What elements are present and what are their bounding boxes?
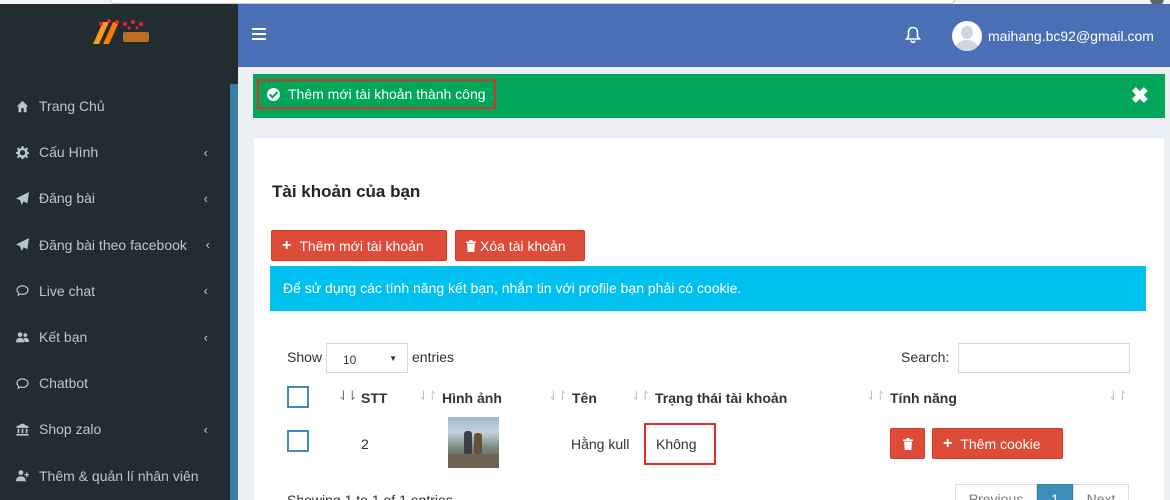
pagination-previous[interactable]: Previous xyxy=(955,484,1037,500)
entries-select-value: 10 xyxy=(343,353,357,367)
sidebar-item-dang-bai[interactable]: Đăng bài ‹ xyxy=(0,175,230,221)
sidebar-item-label: Cấu Hình xyxy=(39,144,99,161)
chevron-left-icon: ‹ xyxy=(203,144,208,160)
sidebar-item-nhan-vien[interactable]: Thêm & quản lí nhân viên xyxy=(0,453,230,499)
row-status-text: Không xyxy=(656,436,697,452)
comment-icon xyxy=(14,284,30,298)
sidebar-item-label: Live chat xyxy=(39,282,96,299)
chevron-left-icon: ‹ xyxy=(205,237,210,253)
sidebar-item-label: Shop zalo xyxy=(39,421,102,438)
sidebar-item-shop-zalo[interactable]: Shop zalo ‹ xyxy=(0,406,230,452)
home-icon xyxy=(14,99,30,113)
row-name: Hằng kull xyxy=(571,436,630,452)
user-avatar[interactable] xyxy=(952,21,982,51)
plus-icon: + xyxy=(282,236,292,254)
alert-text: Thêm mới tài khoản thành công xyxy=(288,86,486,102)
search-input[interactable] xyxy=(958,343,1130,373)
comment-icon xyxy=(14,376,30,390)
page-title: Tài khoản của bạn xyxy=(272,182,421,201)
sidebar-menu: Trang Chủ Cấu Hình ‹ Đăng bài ‹ Đăng bài… xyxy=(0,83,230,499)
sort-asc-icon[interactable]: ⇃⇂ xyxy=(338,388,358,404)
row-delete-button[interactable] xyxy=(890,428,925,459)
sidebar-item-trang-chu[interactable]: Trang Chủ xyxy=(0,83,230,129)
entries-label: entries xyxy=(412,349,455,365)
alert-message: Thêm mới tài khoản thành công xyxy=(257,79,496,109)
chevron-left-icon: ‹ xyxy=(203,283,208,299)
select-all-checkbox[interactable] xyxy=(287,386,309,408)
add-cookie-button[interactable]: + Thêm cookie xyxy=(932,428,1063,459)
sidebar-item-label: Kết bạn xyxy=(39,329,88,346)
close-icon[interactable]: ✖ xyxy=(1131,85,1149,107)
add-cookie-label: Thêm cookie xyxy=(960,435,1041,452)
sort-icon[interactable]: ⇃↾ xyxy=(631,388,651,404)
top-navbar: maihang.bc92@gmail.com xyxy=(238,4,1170,67)
trash-icon xyxy=(466,239,476,252)
check-circle-icon xyxy=(267,87,280,101)
logo-icon xyxy=(93,19,149,44)
menu-toggle-icon[interactable] xyxy=(252,28,266,40)
pagination-next[interactable]: Next xyxy=(1073,484,1129,500)
sort-icon[interactable]: ⇃↾ xyxy=(418,388,438,404)
users-icon xyxy=(14,330,30,344)
column-header-trang-thai[interactable]: Trạng thái tài khoản xyxy=(655,390,787,406)
pagination-page-1[interactable]: 1 xyxy=(1037,484,1073,500)
success-alert: Thêm mới tài khoản thành công ✖ xyxy=(253,74,1165,118)
row-stt: 2 xyxy=(361,436,369,452)
accounts-box: Tài khoản của bạn + Thêm mới tài khoản X… xyxy=(254,137,1164,500)
column-header-stt[interactable]: STT xyxy=(361,390,387,406)
paper-plane-icon xyxy=(14,238,30,252)
sidebar: Trang Chủ Cấu Hình ‹ Đăng bài ‹ Đăng bài… xyxy=(0,4,238,500)
sort-icon[interactable]: ⇃↾ xyxy=(866,388,886,404)
bank-icon xyxy=(14,422,30,436)
chevron-left-icon: ‹ xyxy=(203,421,208,437)
sidebar-item-label: Chatbot xyxy=(39,375,89,392)
show-label: Show xyxy=(287,349,323,365)
search-label: Search: xyxy=(901,349,950,365)
cookie-info-callout: Để sử dụng các tính năng kết bạn, nhắn t… xyxy=(270,266,1146,311)
row-status: Không xyxy=(644,423,716,465)
sort-icon[interactable]: ⇃↾ xyxy=(1108,388,1128,404)
delete-account-button[interactable]: Xóa tài khoản xyxy=(455,230,585,261)
user-email[interactable]: maihang.bc92@gmail.com xyxy=(988,28,1154,44)
gear-icon xyxy=(14,145,30,159)
caret-down-icon: ▼ xyxy=(389,354,397,363)
bell-icon[interactable] xyxy=(905,26,921,44)
sidebar-item-label: Đăng bài xyxy=(39,190,96,207)
trash-icon xyxy=(902,437,913,450)
sidebar-item-dang-bai-facebook[interactable]: Đăng bài theo facebook ‹ xyxy=(0,222,230,268)
add-account-label: Thêm mới tài khoản xyxy=(299,237,424,254)
brand-logo[interactable] xyxy=(0,4,238,62)
chevron-left-icon: ‹ xyxy=(203,190,208,206)
sidebar-scroll-edge xyxy=(230,84,238,500)
sidebar-item-label: Đăng bài theo facebook xyxy=(39,236,187,253)
account-avatar-image xyxy=(448,417,499,468)
delete-account-label: Xóa tài khoản xyxy=(480,237,566,254)
add-account-button[interactable]: + Thêm mới tài khoản xyxy=(271,230,447,261)
column-header-ten[interactable]: Tên xyxy=(572,390,597,406)
sidebar-item-label: Thêm & quản lí nhân viên xyxy=(39,467,199,484)
sidebar-item-label: Trang Chủ xyxy=(39,98,105,115)
sidebar-item-live-chat[interactable]: Live chat ‹ xyxy=(0,268,230,314)
column-header-hinh-anh[interactable]: Hình ảnh xyxy=(442,390,502,406)
sidebar-item-chatbot[interactable]: Chatbot xyxy=(0,360,230,406)
sidebar-item-cau-hinh[interactable]: Cấu Hình ‹ xyxy=(0,129,230,175)
row-checkbox[interactable] xyxy=(287,430,309,452)
column-header-tinh-nang[interactable]: Tính năng xyxy=(890,390,957,406)
plus-icon: + xyxy=(943,434,953,452)
table-info: Showing 1 to 1 of 1 entries xyxy=(287,492,453,500)
sidebar-item-ket-ban[interactable]: Kết bạn ‹ xyxy=(0,314,230,360)
chevron-left-icon: ‹ xyxy=(203,329,208,345)
sort-icon[interactable]: ⇃↾ xyxy=(548,388,568,404)
user-plus-icon xyxy=(14,469,30,483)
paper-plane-icon xyxy=(14,191,30,205)
entries-select[interactable]: 10 ▼ xyxy=(326,343,408,373)
